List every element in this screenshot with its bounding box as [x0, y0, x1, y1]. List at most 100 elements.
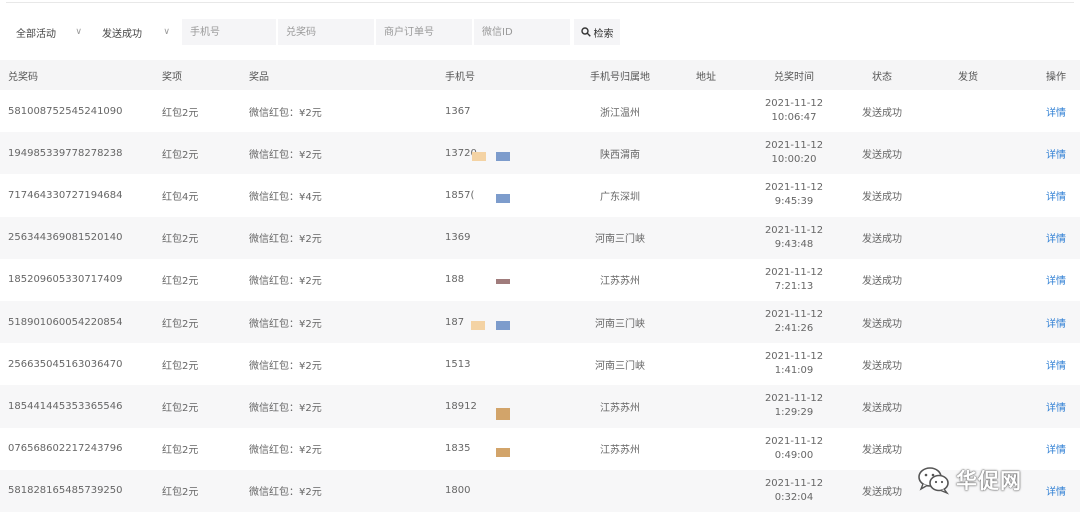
cell-status: 发送成功	[862, 107, 902, 119]
cell-clock: 2:41:26	[774, 323, 814, 335]
status-select[interactable]: 发送成功 ∨	[94, 19, 176, 45]
cell-status: 发送成功	[862, 191, 902, 203]
cell-region: 陕西渭南	[600, 149, 640, 161]
cell-time: 2021-11-12 1:29:29	[754, 385, 834, 427]
cell-date: 2021-11-12	[764, 98, 824, 110]
cell-award: 红包4元	[162, 191, 199, 203]
cell-award: 红包2元	[162, 234, 199, 246]
cell-prize: 微信红包：¥2元	[249, 234, 322, 246]
cell-date: 2021-11-12	[764, 393, 824, 405]
cell-phone: 1835	[445, 443, 471, 455]
header-award: 奖项	[162, 71, 182, 83]
search-button-label: 检索	[593, 28, 614, 40]
header-status: 状态	[872, 71, 892, 83]
details-link[interactable]: 详情	[1046, 301, 1066, 343]
cell-award: 红包2元	[162, 360, 199, 372]
header-ship: 发货	[958, 71, 978, 83]
cell-phone: 1369	[445, 232, 471, 244]
cell-date: 2021-11-12	[764, 140, 824, 152]
cell-region: 江苏苏州	[600, 276, 640, 288]
cell-phone: 1857(	[445, 189, 475, 201]
redaction-mark	[496, 447, 510, 457]
wechat-logo-icon	[918, 467, 950, 495]
cell-code: 256344369081520140	[8, 232, 123, 244]
cell-status: 发送成功	[862, 445, 902, 457]
cell-prize: 微信红包：¥2元	[249, 149, 322, 161]
cell-code: 076568602217243796	[8, 443, 123, 455]
cell-prize: 微信红包：¥4元	[249, 191, 322, 203]
activity-select-value: 全部活动	[16, 28, 56, 40]
cell-status: 发送成功	[862, 149, 902, 161]
details-link[interactable]: 详情	[1046, 385, 1066, 427]
cell-time: 2021-11-12 0:49:00	[754, 428, 834, 470]
cell-region: 江苏苏州	[600, 445, 640, 457]
header-region: 手机号归属地	[590, 71, 650, 83]
cell-region	[560, 470, 680, 512]
cell-clock: 1:29:29	[774, 407, 814, 419]
cell-code: 194985339778278238	[8, 147, 123, 159]
cell-date: 2021-11-12	[764, 309, 824, 321]
details-link[interactable]: 详情	[1046, 90, 1066, 132]
cell-award: 红包2元	[162, 487, 199, 499]
cell-time: 2021-11-12 2:41:26	[754, 301, 834, 343]
table-row: 717464330727194684 红包4元 微信红包：¥4元 1857( 广…	[0, 174, 1080, 216]
cell-time: 2021-11-12 1:41:09	[754, 343, 834, 385]
cell-award: 红包2元	[162, 402, 199, 414]
wechat-id-input[interactable]	[474, 19, 570, 45]
search-button[interactable]: 检索	[574, 19, 620, 45]
details-link[interactable]: 详情	[1046, 132, 1066, 174]
cell-status: 发送成功	[862, 360, 902, 372]
cell-time: 2021-11-12 9:45:39	[754, 174, 834, 216]
cell-prize: 微信红包：¥2元	[249, 487, 322, 499]
redeem-code-input[interactable]	[278, 19, 374, 45]
table-row: 185441445353365546 红包2元 微信红包：¥2元 18912 江…	[0, 385, 1080, 428]
cell-clock: 1:41:09	[774, 365, 814, 377]
cell-code: 581828165485739250	[8, 485, 123, 497]
cell-code: 185441445353365546	[8, 400, 123, 412]
table-header: 兑奖码 奖项 奖品 手机号 手机号归属地 地址 兑奖时间 状态 发货 操作	[0, 60, 1080, 90]
redaction-mark	[472, 152, 486, 162]
merchant-order-input[interactable]	[376, 19, 472, 45]
top-divider	[6, 0, 1074, 3]
cell-phone: 1513	[445, 358, 471, 370]
cell-clock: 10:06:47	[771, 112, 817, 124]
watermark: 华促网	[916, 462, 1078, 498]
table-row: 194985339778278238 红包2元 微信红包：¥2元 13720 陕…	[0, 132, 1080, 175]
watermark-text: 华促网	[956, 469, 1022, 493]
details-link[interactable]: 详情	[1046, 343, 1066, 385]
cell-region: 浙江温州	[600, 107, 640, 119]
cell-date: 2021-11-12	[764, 182, 824, 194]
cell-code: 518901060054220854	[8, 316, 123, 328]
cell-date: 2021-11-12	[764, 477, 824, 489]
cell-status: 发送成功	[862, 234, 902, 246]
cell-date: 2021-11-12	[764, 435, 824, 447]
redaction-mark	[496, 194, 510, 204]
cell-region: 河南三门峡	[595, 318, 645, 330]
details-link[interactable]: 详情	[1046, 217, 1066, 259]
cell-time: 2021-11-12 7:21:13	[754, 259, 834, 301]
table-row: 581008752545241090 红包2元 微信红包：¥2元 1367 浙江…	[0, 90, 1080, 132]
cell-time: 2021-11-12 9:43:48	[754, 217, 834, 259]
activity-select[interactable]: 全部活动 ∨	[8, 19, 88, 45]
redeem-table: 兑奖码 奖项 奖品 手机号 手机号归属地 地址 兑奖时间 状态 发货 操作 58…	[0, 60, 1080, 512]
details-link[interactable]: 详情	[1046, 174, 1066, 216]
details-link[interactable]: 详情	[1046, 259, 1066, 301]
cell-phone: 18912	[445, 400, 477, 412]
redaction-mark	[496, 321, 510, 331]
filter-bar: 全部活动 ∨ 发送成功 ∨ 检索	[8, 18, 620, 46]
cell-time: 2021-11-12 10:06:47	[754, 90, 834, 132]
cell-clock: 10:00:20	[771, 154, 817, 166]
phone-input[interactable]	[182, 19, 276, 45]
redaction-mark	[496, 152, 510, 162]
cell-phone: 1800	[445, 485, 471, 497]
header-code: 兑奖码	[8, 71, 38, 83]
header-prize: 奖品	[249, 71, 269, 83]
cell-clock: 0:32:04	[774, 491, 814, 503]
cell-date: 2021-11-12	[764, 224, 824, 236]
cell-code: 581008752545241090	[8, 105, 123, 117]
cell-award: 红包2元	[162, 318, 199, 330]
cell-status: 发送成功	[862, 318, 902, 330]
redaction-mark	[496, 278, 510, 284]
cell-region: 广东深圳	[600, 191, 640, 203]
cell-prize: 微信红包：¥2元	[249, 360, 322, 372]
